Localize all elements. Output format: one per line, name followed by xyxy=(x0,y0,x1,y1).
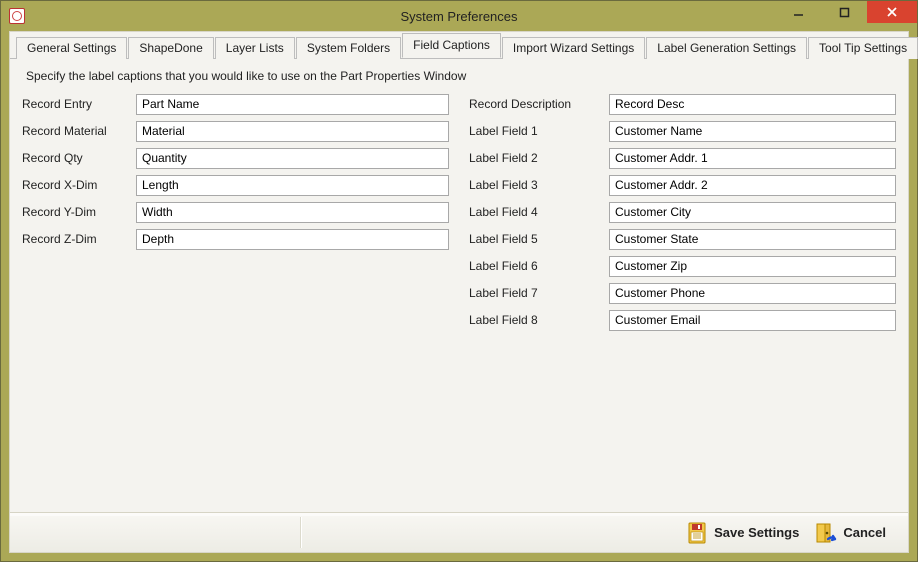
close-button[interactable] xyxy=(867,1,917,23)
save-settings-button[interactable]: Save Settings xyxy=(682,519,803,547)
input-label-field-3[interactable] xyxy=(609,175,896,196)
action-bar-separator xyxy=(300,517,301,548)
row-label-field-3: Label Field 3 xyxy=(469,174,896,196)
input-record-zdim[interactable] xyxy=(136,229,449,250)
row-label-field-1: Label Field 1 xyxy=(469,120,896,142)
tab-layer-lists[interactable]: Layer Lists xyxy=(215,37,295,59)
tab-field-captions[interactable]: Field Captions xyxy=(402,33,501,58)
label-record-ydim: Record Y-Dim xyxy=(22,205,136,219)
label-label-field-7: Label Field 7 xyxy=(469,286,609,300)
maximize-button[interactable] xyxy=(821,1,867,23)
action-bar-grip xyxy=(14,515,38,517)
cancel-label: Cancel xyxy=(843,525,886,540)
row-record-description: Record Description xyxy=(469,93,896,115)
label-record-xdim: Record X-Dim xyxy=(22,178,136,192)
save-settings-label: Save Settings xyxy=(714,525,799,540)
label-label-field-2: Label Field 2 xyxy=(469,151,609,165)
input-label-field-8[interactable] xyxy=(609,310,896,331)
action-bar: Save Settings Cancel xyxy=(10,512,908,552)
label-record-material: Record Material xyxy=(22,124,136,138)
input-label-field-5[interactable] xyxy=(609,229,896,250)
minimize-button[interactable] xyxy=(775,1,821,23)
cancel-button[interactable]: Cancel xyxy=(811,519,890,547)
close-icon xyxy=(886,6,898,18)
input-record-qty[interactable] xyxy=(136,148,449,169)
tab-system-folders[interactable]: System Folders xyxy=(296,37,401,59)
row-label-field-6: Label Field 6 xyxy=(469,255,896,277)
right-column: Record Description Label Field 1 Label F… xyxy=(469,93,896,336)
input-record-ydim[interactable] xyxy=(136,202,449,223)
input-label-field-6[interactable] xyxy=(609,256,896,277)
tab-general-settings[interactable]: General Settings xyxy=(16,37,127,59)
row-label-field-2: Label Field 2 xyxy=(469,147,896,169)
input-record-description[interactable] xyxy=(609,94,896,115)
row-label-field-8: Label Field 8 xyxy=(469,309,896,331)
app-icon xyxy=(9,8,25,24)
row-record-entry: Record Entry xyxy=(22,93,449,115)
input-label-field-2[interactable] xyxy=(609,148,896,169)
row-record-zdim: Record Z-Dim xyxy=(22,228,449,250)
row-record-xdim: Record X-Dim xyxy=(22,174,449,196)
label-record-zdim: Record Z-Dim xyxy=(22,232,136,246)
label-record-description: Record Description xyxy=(469,97,609,111)
input-record-material[interactable] xyxy=(136,121,449,142)
row-label-field-5: Label Field 5 xyxy=(469,228,896,250)
input-record-xdim[interactable] xyxy=(136,175,449,196)
tab-tool-tip-settings[interactable]: Tool Tip Settings xyxy=(808,37,918,59)
maximize-icon xyxy=(839,7,850,18)
row-record-material: Record Material xyxy=(22,120,449,142)
row-label-field-4: Label Field 4 xyxy=(469,201,896,223)
label-record-qty: Record Qty xyxy=(22,151,136,165)
minimize-icon xyxy=(793,7,804,18)
input-label-field-4[interactable] xyxy=(609,202,896,223)
row-label-field-7: Label Field 7 xyxy=(469,282,896,304)
label-label-field-3: Label Field 3 xyxy=(469,178,609,192)
label-label-field-6: Label Field 6 xyxy=(469,259,609,273)
window-controls xyxy=(775,1,917,23)
input-label-field-1[interactable] xyxy=(609,121,896,142)
tab-strip: General Settings ShapeDone Layer Lists S… xyxy=(10,32,908,59)
save-icon xyxy=(686,521,708,545)
title-bar: System Preferences xyxy=(1,1,917,31)
tab-import-wizard-settings[interactable]: Import Wizard Settings xyxy=(502,37,645,59)
row-record-ydim: Record Y-Dim xyxy=(22,201,449,223)
input-record-entry[interactable] xyxy=(136,94,449,115)
tab-page-field-captions: Specify the label captions that you woul… xyxy=(10,59,908,512)
label-label-field-5: Label Field 5 xyxy=(469,232,609,246)
tab-label-generation-settings[interactable]: Label Generation Settings xyxy=(646,37,807,59)
left-column: Record Entry Record Material Record Qty … xyxy=(22,93,449,336)
instruction-text: Specify the label captions that you woul… xyxy=(26,69,896,83)
label-label-field-1: Label Field 1 xyxy=(469,124,609,138)
label-label-field-4: Label Field 4 xyxy=(469,205,609,219)
label-record-entry: Record Entry xyxy=(22,97,136,111)
action-bar-divider xyxy=(10,513,908,516)
tab-shapedone[interactable]: ShapeDone xyxy=(128,37,213,59)
cancel-icon xyxy=(815,521,837,545)
input-label-field-7[interactable] xyxy=(609,283,896,304)
form-columns: Record Entry Record Material Record Qty … xyxy=(22,93,896,336)
label-label-field-8: Label Field 8 xyxy=(469,313,609,327)
preferences-window: System Preferences General Settings Shap… xyxy=(0,0,918,562)
client-area: General Settings ShapeDone Layer Lists S… xyxy=(9,31,909,553)
row-record-qty: Record Qty xyxy=(22,147,449,169)
